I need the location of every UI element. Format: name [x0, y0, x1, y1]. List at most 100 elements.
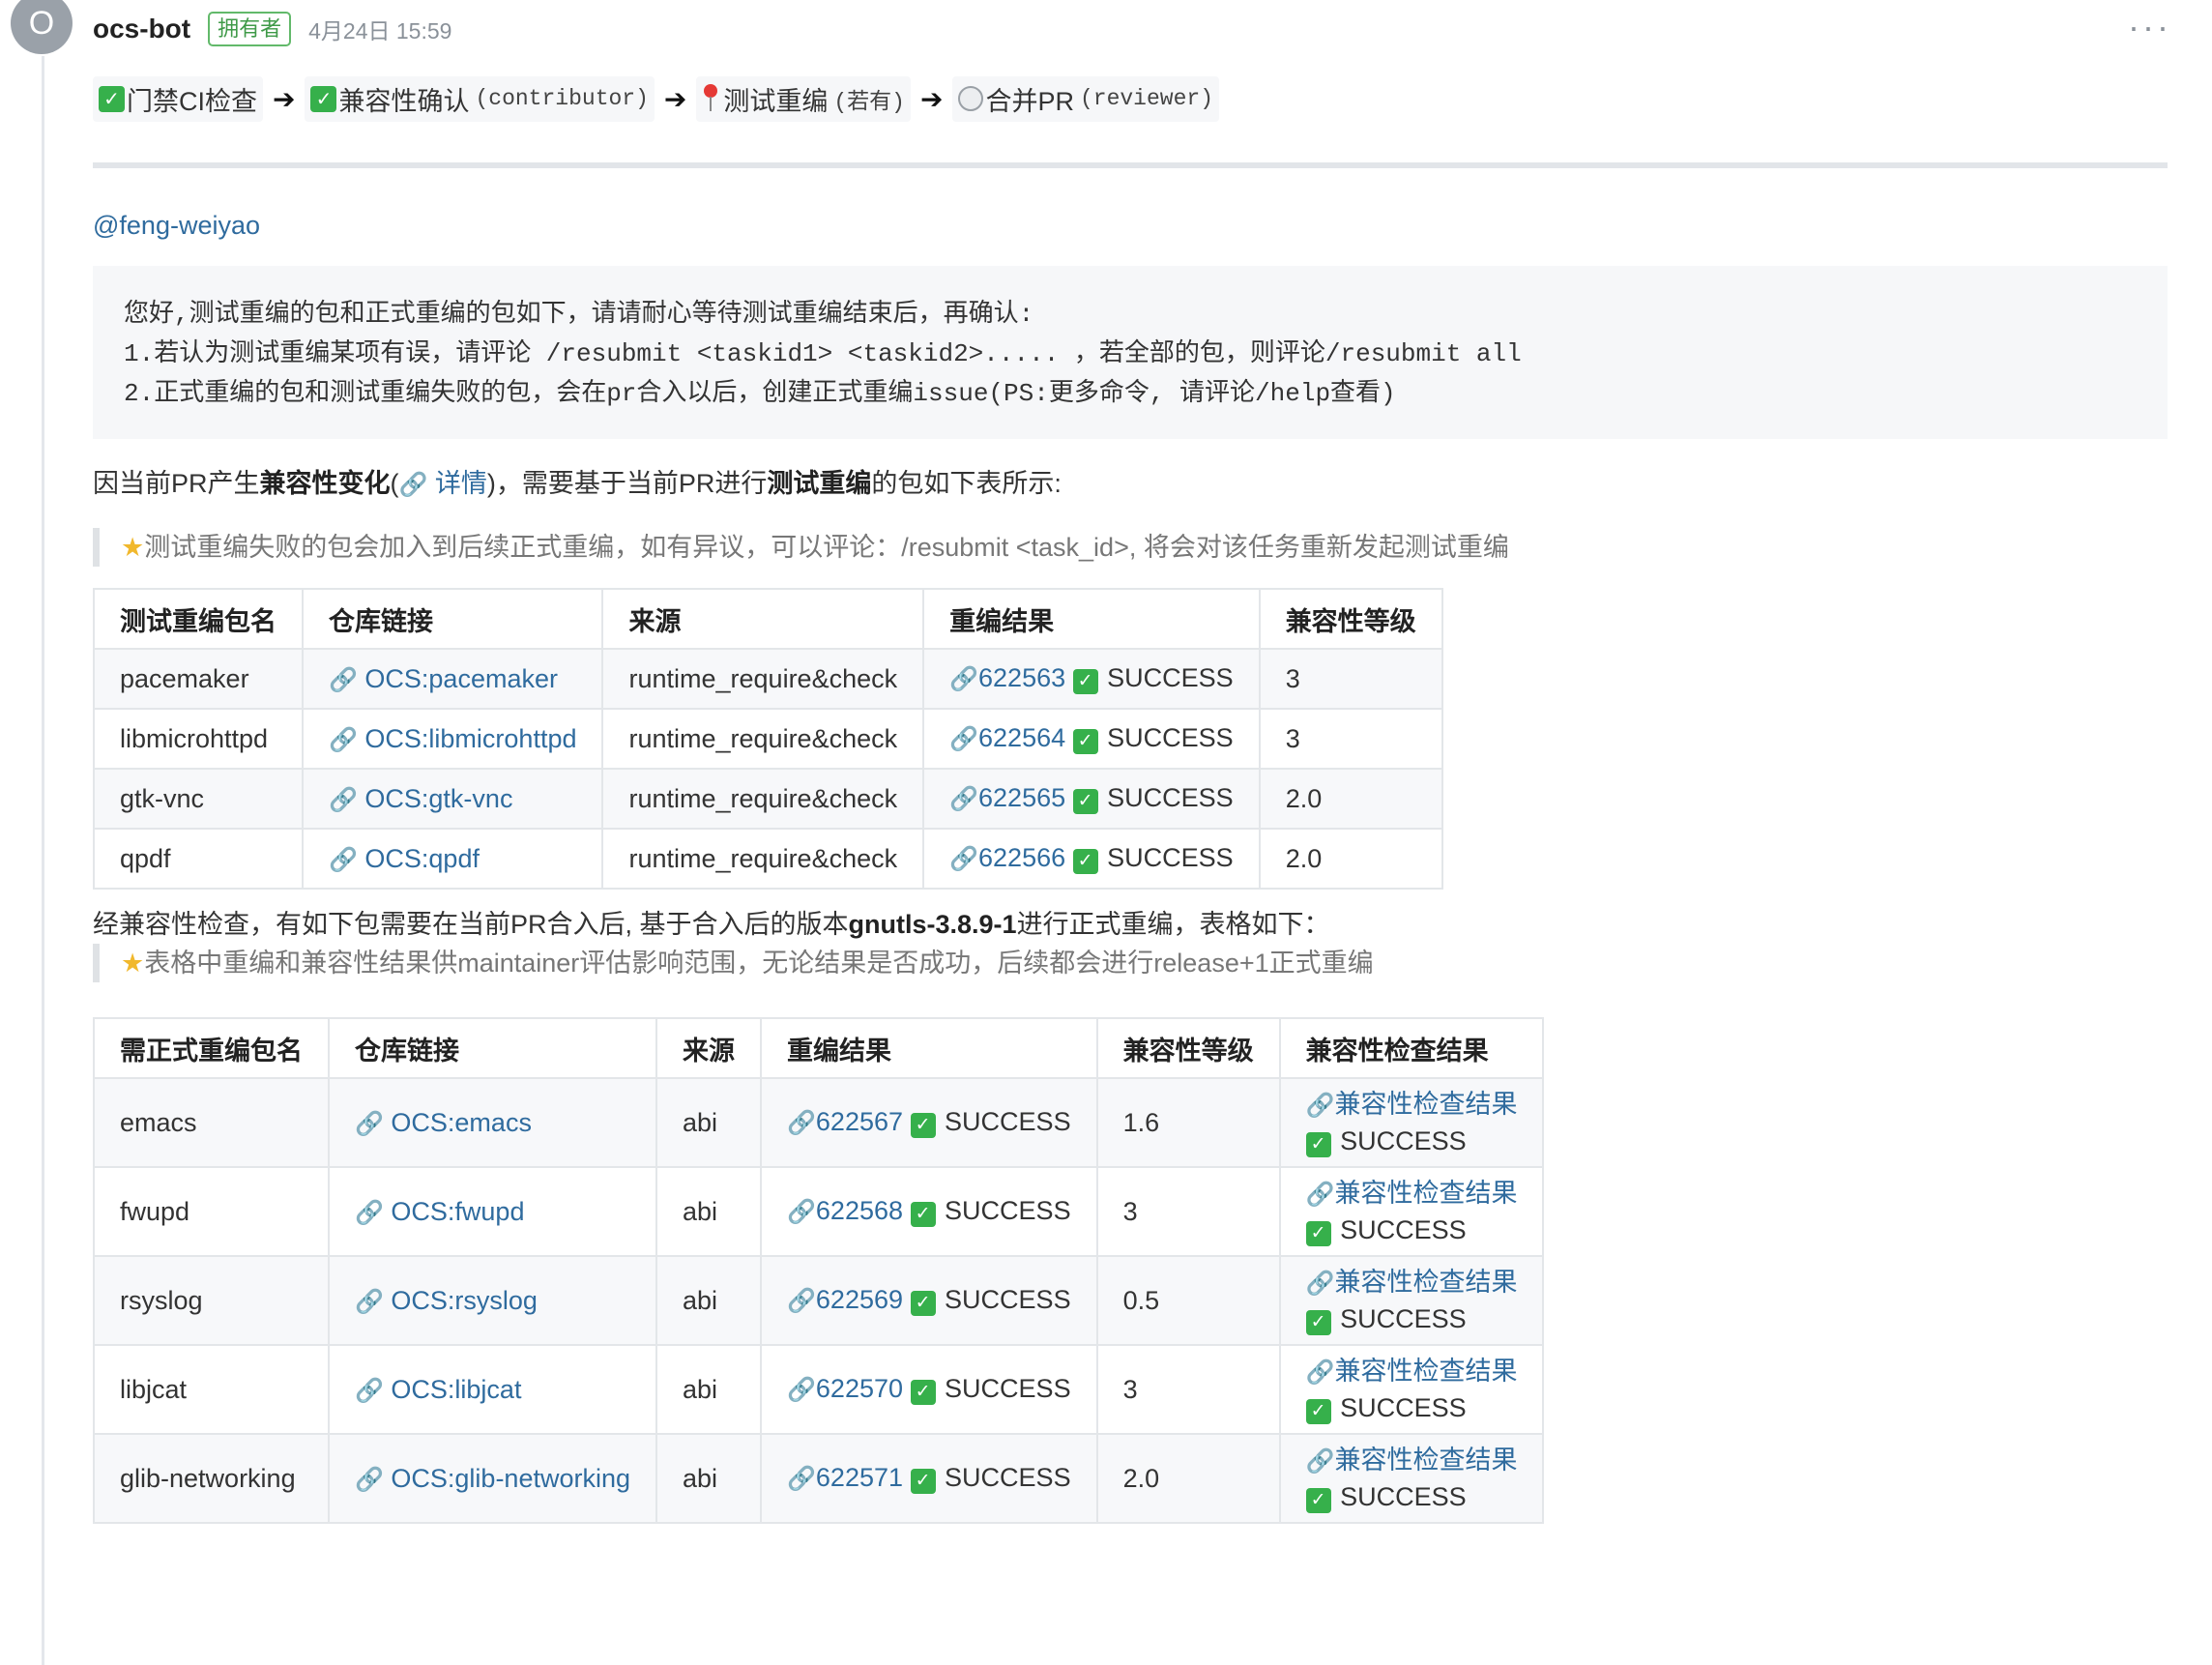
task-link[interactable]: 622565: [978, 783, 1065, 812]
step-test-rebuild: 测试重编 (若有): [696, 75, 911, 122]
compat-check-link[interactable]: 兼容性检查结果: [1334, 1090, 1517, 1119]
task-link[interactable]: 622569: [816, 1285, 903, 1314]
compat-check-cell: 🔗兼容性检查结果 ✓ SUCCESS: [1278, 1433, 1545, 1524]
compat-check-cell: 🔗兼容性检查结果 ✓ SUCCESS: [1278, 1344, 1545, 1435]
table-header-row: 测试重编包名 仓库链接 来源 重编结果 兼容性等级: [93, 588, 1443, 650]
repo-link[interactable]: OCS:glib-networking: [391, 1464, 630, 1493]
rebuild-result: 🔗622570 ✓ SUCCESS: [760, 1344, 1098, 1435]
quote-text: 表格中重编和兼容性结果供maintainer评估影响范围，无论结果是否成功，后续…: [144, 949, 1374, 978]
check-mark-icon: ✓: [910, 1468, 936, 1494]
package-name: rsyslog: [93, 1255, 330, 1346]
chain-link-icon: 🔗: [398, 472, 428, 498]
repo-cell: 🔗 OCS:libjcat: [327, 1344, 658, 1435]
check-mark-icon: ✓: [910, 1290, 936, 1316]
intro-text: (: [390, 469, 399, 498]
repo-cell: 🔗 OCS:emacs: [327, 1077, 658, 1168]
step-ci-check-label: 门禁CI检查: [127, 86, 257, 116]
author-name[interactable]: ocs-bot: [93, 14, 190, 44]
task-link[interactable]: 622563: [978, 663, 1065, 692]
comment-body: ✓ 门禁CI检查 ➔ ✓ 兼容性确认 (contributor) ➔ 测试重编 …: [93, 73, 2168, 1524]
chain-link-icon: 🔗: [787, 1199, 816, 1226]
compat-check-status: SUCCESS: [1340, 1393, 1467, 1422]
check-mark-icon: ✓: [1072, 728, 1098, 754]
column-header: 需正式重编包名: [93, 1017, 330, 1079]
compat-check-link[interactable]: 兼容性检查结果: [1334, 1268, 1517, 1297]
step-ci-check: ✓ 门禁CI检查: [93, 75, 263, 122]
task-link[interactable]: 622564: [978, 723, 1065, 752]
compat-level: 2.0: [1258, 768, 1443, 830]
step-test-rebuild-note: (若有): [833, 90, 905, 115]
chain-link-icon: 🔗: [949, 846, 979, 873]
chain-link-icon: 🔗: [787, 1377, 816, 1404]
test-rebuild-note-quote: ★测试重编失败的包会加入到后续正式重编，如有异议，可以评论：/resubmit …: [93, 528, 2168, 567]
compat-level: 0.5: [1095, 1255, 1281, 1346]
chain-link-icon: 🔗: [949, 666, 979, 693]
repo-link[interactable]: OCS:libmicrohttpd: [364, 724, 576, 753]
avatar[interactable]: O: [11, 0, 73, 54]
chain-link-icon: 🔗: [355, 1466, 384, 1493]
repo-link[interactable]: OCS:libjcat: [391, 1375, 521, 1404]
step-compat-confirm-label: 兼容性确认: [338, 86, 470, 116]
source: abi: [655, 1077, 763, 1168]
repo-link[interactable]: OCS:pacemaker: [364, 664, 558, 693]
check-mark-icon: ✓: [1305, 1399, 1331, 1424]
task-link[interactable]: 622571: [816, 1463, 903, 1492]
formal-rebuild-intro: 经兼容性检查，有如下包需要在当前PR合入后, 基于合入后的版本gnutls-3.…: [93, 905, 2168, 944]
compat-check-link[interactable]: 兼容性检查结果: [1334, 1446, 1517, 1475]
rebuild-result: 🔗622565 ✓ SUCCESS: [922, 768, 1261, 830]
package-name: glib-networking: [93, 1433, 330, 1524]
chain-link-icon: 🔗: [355, 1110, 384, 1137]
intro-bold: gnutls-3.8.9-1: [848, 910, 1017, 939]
star-icon: ★: [121, 949, 145, 978]
repo-cell: 🔗 OCS:rsyslog: [327, 1255, 658, 1346]
source: runtime_require&check: [601, 828, 925, 890]
repo-link[interactable]: OCS:gtk-vnc: [364, 784, 512, 813]
source: runtime_require&check: [601, 708, 925, 770]
task-link[interactable]: 622568: [816, 1196, 903, 1225]
check-mark-icon: ✓: [1072, 788, 1098, 814]
step-compat-confirm-role: (contributor): [475, 86, 649, 111]
step-test-rebuild-label: 测试重编: [723, 86, 829, 116]
chain-link-icon: 🔗: [787, 1288, 816, 1315]
compat-check-link[interactable]: 兼容性检查结果: [1334, 1179, 1517, 1208]
formal-rebuild-note-quote: ★表格中重编和兼容性结果供maintainer评估影响范围，无论结果是否成功，后…: [93, 944, 2168, 982]
test-rebuild-intro: 因当前PR产生兼容性变化(🔗 详情)，需要基于当前PR进行测试重编的包如下表所示…: [93, 464, 2168, 505]
check-mark-icon: ✓: [1305, 1488, 1331, 1513]
quote-text: 测试重编失败的包会加入到后续正式重编，如有异议，可以评论：/resubmit <…: [144, 533, 1509, 562]
task-link[interactable]: 622567: [816, 1107, 903, 1136]
test-rebuild-table: 测试重编包名 仓库链接 来源 重编结果 兼容性等级 pacemaker 🔗 OC…: [93, 588, 1443, 890]
package-name: libjcat: [93, 1344, 330, 1435]
step-compat-confirm: ✓ 兼容性确认 (contributor): [305, 75, 655, 122]
compat-check-link[interactable]: 兼容性检查结果: [1334, 1357, 1517, 1386]
column-header: 重编结果: [922, 588, 1261, 650]
compat-level: 2.0: [1258, 828, 1443, 890]
intro-text: 经兼容性检查，有如下包需要在当前PR合入后, 基于合入后的版本: [93, 910, 849, 939]
repo-link[interactable]: OCS:qpdf: [364, 844, 480, 873]
intro-text: )，需要基于当前PR进行: [486, 469, 768, 498]
package-name: gtk-vnc: [93, 768, 304, 830]
package-name: emacs: [93, 1077, 330, 1168]
rebuild-result: 🔗622566 ✓ SUCCESS: [922, 828, 1261, 890]
chain-link-icon: 🔗: [355, 1377, 384, 1404]
chain-link-icon: 🔗: [329, 846, 358, 873]
check-mark-icon: ✓: [310, 85, 337, 112]
task-link[interactable]: 622570: [816, 1374, 903, 1403]
task-link[interactable]: 622566: [978, 843, 1065, 872]
repo-link[interactable]: OCS:fwupd: [391, 1197, 524, 1226]
check-mark-icon: ✓: [910, 1112, 936, 1138]
chain-link-icon: 🔗: [949, 786, 979, 813]
column-header: 仓库链接: [301, 588, 604, 650]
code-line: 2.正式重编的包和测试重编失败的包，会在pr合入以后，创建正式重编issue(P…: [124, 379, 1396, 408]
more-options-icon[interactable]: ···: [2128, 10, 2171, 44]
source: runtime_require&check: [601, 768, 925, 830]
details-link[interactable]: 详情: [435, 469, 487, 498]
repo-link[interactable]: OCS:emacs: [391, 1108, 532, 1137]
chain-link-icon: 🔗: [949, 726, 979, 753]
source: abi: [655, 1344, 763, 1435]
intro-bold: 兼容性变化: [259, 469, 391, 498]
column-header: 兼容性等级: [1095, 1017, 1281, 1079]
repo-cell: 🔗 OCS:fwupd: [327, 1166, 658, 1257]
user-mention-link[interactable]: @feng-weiyao: [93, 211, 260, 240]
repo-link[interactable]: OCS:rsyslog: [391, 1286, 538, 1315]
compat-level: 3: [1258, 708, 1443, 770]
